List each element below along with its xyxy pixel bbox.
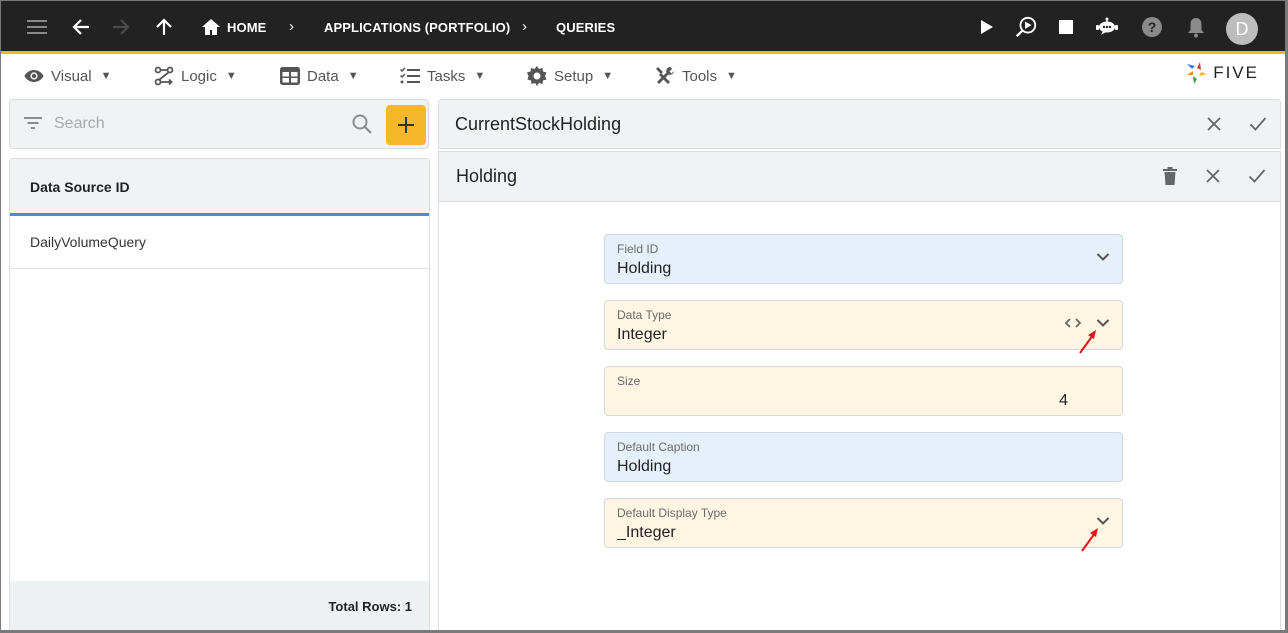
default-caption-input[interactable]: Default Caption Holding	[604, 432, 1123, 482]
default-caption-value: Holding	[617, 458, 672, 475]
tools-icon	[656, 67, 674, 84]
search-input[interactable]: Search	[54, 115, 105, 133]
size-input[interactable]: Size 4	[604, 366, 1123, 416]
eye-icon	[24, 70, 44, 82]
menu-data[interactable]: Data ▼	[280, 64, 359, 88]
field-id-label: Field ID	[617, 242, 659, 256]
check-icon	[1248, 169, 1266, 183]
data-type-select[interactable]: Data Type Integer	[604, 300, 1123, 350]
logo-text: FIVE	[1213, 63, 1259, 82]
help-icon[interactable]: ?	[1140, 15, 1164, 39]
list-item-data-source-id: DailyVolumeQuery	[30, 234, 146, 250]
menu-tasks[interactable]: Tasks ▼	[400, 64, 485, 88]
size-value: 4	[1059, 392, 1068, 409]
parent-record-header: CurrentStockHolding	[438, 99, 1281, 149]
chatbot-icon[interactable]	[1095, 15, 1119, 39]
chevron-down-icon[interactable]	[1096, 516, 1110, 526]
annotation-arrow-icon	[1079, 330, 1096, 354]
search-play-icon[interactable]	[1014, 15, 1038, 39]
svg-text:?: ?	[1148, 19, 1157, 35]
close-record-button[interactable]	[1201, 164, 1225, 188]
breadcrumb-separator: ›	[289, 18, 294, 35]
menu-visual[interactable]: Visual ▼	[24, 64, 111, 88]
avatar[interactable]: D	[1226, 13, 1258, 45]
caret-down-icon: ▼	[347, 70, 359, 82]
menu-logic-label: Logic	[181, 67, 217, 85]
default-display-type-value: _Integer	[617, 524, 676, 541]
breadcrumb-applications[interactable]: APPLICATIONS (PORTFOLIO)	[324, 20, 510, 35]
caret-down-icon: ▼	[602, 70, 614, 82]
breadcrumb-separator: ›	[522, 18, 527, 35]
search-bar: Search	[9, 99, 429, 149]
bell-icon[interactable]	[1184, 15, 1208, 39]
default-display-type-select[interactable]: Default Display Type _Integer	[604, 498, 1123, 548]
menu-setup-label: Setup	[554, 67, 594, 85]
field-id-value: Holding	[617, 260, 672, 277]
hamburger-menu-icon[interactable]	[25, 15, 49, 39]
table-icon	[280, 67, 300, 85]
arrow-forward-icon[interactable]	[109, 15, 133, 39]
check-icon	[1249, 117, 1267, 131]
data-type-label: Data Type	[617, 308, 672, 322]
add-button[interactable]	[386, 105, 426, 145]
list-item[interactable]: DailyVolumeQuery	[10, 219, 429, 269]
size-label: Size	[617, 374, 641, 388]
breadcrumb-queries[interactable]: QUERIES	[556, 20, 615, 35]
menu-visual-label: Visual	[51, 67, 92, 85]
checklist-icon	[400, 67, 420, 84]
caret-down-icon: ▼	[100, 70, 112, 82]
play-icon[interactable]	[975, 15, 999, 39]
data-type-value: Integer	[617, 326, 667, 343]
caret-down-icon: ▼	[726, 70, 737, 82]
logic-flow-icon	[154, 66, 174, 86]
chevron-down-icon[interactable]	[1096, 252, 1110, 262]
menu-logic[interactable]: Logic ▼	[154, 64, 237, 88]
menu-tools-label: Tools	[682, 67, 718, 85]
menu-tools[interactable]: Tools ▼	[655, 64, 737, 88]
field-id-select[interactable]: Field ID Holding	[604, 234, 1123, 284]
search-icon[interactable]	[351, 113, 373, 135]
caret-down-icon: ▼	[474, 70, 486, 82]
five-logo: FIVE	[1185, 61, 1259, 85]
breadcrumb-home[interactable]: HOME	[227, 20, 266, 35]
list-footer: Total Rows: 1	[10, 581, 429, 630]
confirm-parent-button[interactable]	[1246, 112, 1270, 136]
menu-data-label: Data	[307, 67, 339, 85]
filter-icon[interactable]	[23, 115, 43, 131]
menu-setup[interactable]: Setup ▼	[527, 64, 613, 88]
menu-tasks-label: Tasks	[427, 67, 466, 85]
close-icon	[1206, 169, 1220, 183]
record-title: Holding	[456, 166, 518, 186]
gear-icon	[527, 66, 547, 86]
total-rows: Total Rows: 1	[328, 599, 412, 614]
save-record-button[interactable]	[1245, 164, 1269, 188]
parent-record-title: CurrentStockHolding	[455, 114, 622, 134]
app-window: HOME › APPLICATIONS (PORTFOLIO) › QUERIE…	[0, 0, 1288, 633]
top-bar: HOME › APPLICATIONS (PORTFOLIO) › QUERIE…	[1, 1, 1285, 54]
data-source-list: Data Source ID DailyVolumeQuery Total Ro…	[9, 158, 430, 630]
list-header: Data Source ID	[10, 159, 429, 216]
code-icon[interactable]	[1064, 318, 1082, 328]
default-caption-label: Default Caption	[617, 440, 700, 454]
caret-down-icon: ▼	[225, 70, 237, 82]
column-header-data-source-id[interactable]: Data Source ID	[30, 179, 130, 195]
stop-icon[interactable]	[1054, 15, 1078, 39]
chevron-down-icon[interactable]	[1096, 318, 1110, 328]
annotation-arrow-icon	[1081, 528, 1098, 552]
record-header: Holding	[438, 151, 1281, 202]
five-logo-mark	[1187, 62, 1208, 84]
plus-icon	[398, 117, 414, 133]
close-parent-button[interactable]	[1202, 112, 1226, 136]
arrow-back-icon[interactable]	[69, 15, 93, 39]
close-icon	[1207, 117, 1221, 131]
delete-button[interactable]	[1158, 164, 1182, 188]
trash-icon	[1163, 167, 1177, 185]
arrow-up-icon[interactable]	[152, 15, 176, 39]
menu-bar: Visual ▼ Logic ▼ Data ▼ Tasks ▼ Setup ▼ …	[1, 57, 1285, 97]
default-display-type-label: Default Display Type	[617, 506, 727, 520]
home-icon[interactable]	[199, 15, 223, 39]
